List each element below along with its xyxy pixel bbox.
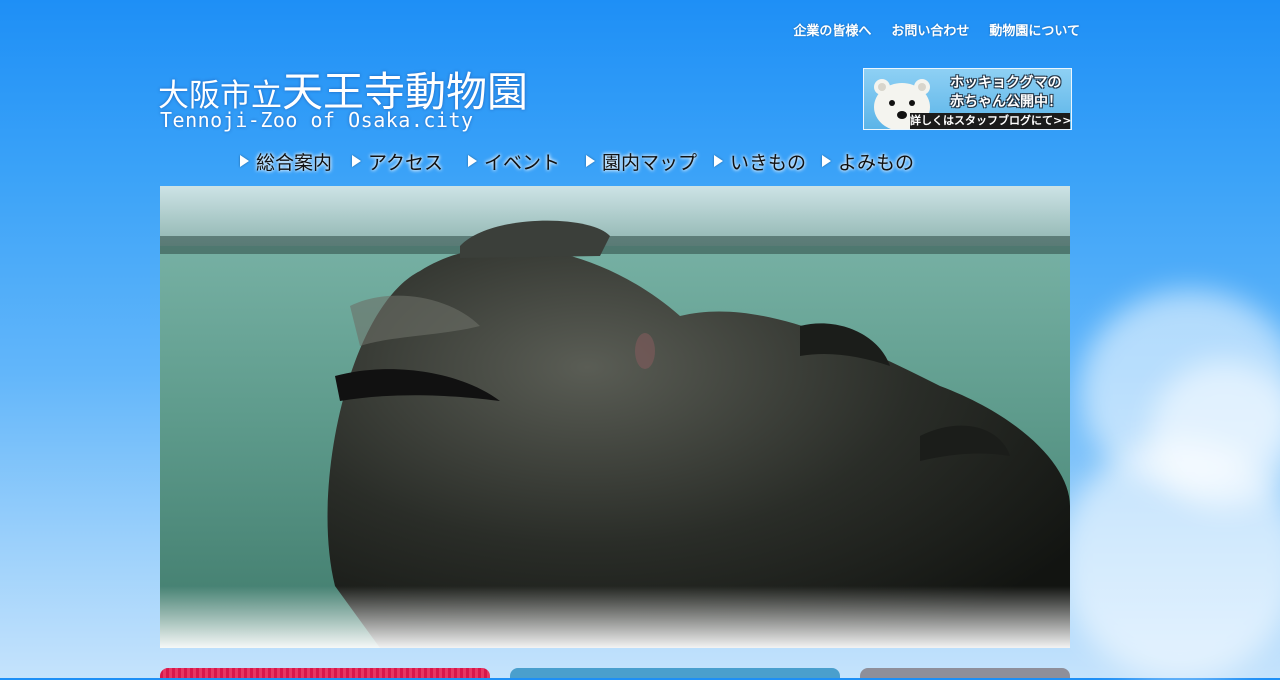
arrow-right-icon: [352, 155, 361, 167]
site-logo[interactable]: 大阪市立天王寺動物園 Tennoji-Zoo of Osaka.city: [158, 52, 588, 138]
link-contact[interactable]: お問い合わせ: [891, 22, 969, 42]
nav-label: アクセス: [368, 151, 444, 174]
nav-readings[interactable]: よみもの: [822, 146, 914, 176]
link-about-zoo[interactable]: 動物園について: [989, 22, 1080, 42]
nav-park-map[interactable]: 園内マップ: [586, 146, 697, 176]
logo-english: Tennoji-Zoo of Osaka.city: [160, 108, 474, 132]
arrow-right-icon: [240, 155, 249, 167]
banner-headline-2: 赤ちゃん公開中！: [950, 94, 1062, 110]
nav-events[interactable]: イベント: [468, 146, 560, 176]
polar-bear-cub-banner[interactable]: ホッキョクグマの 赤ちゃん公開中！ 詳しくはスタッフブログにて>>: [863, 68, 1072, 130]
banner-more-link: 詳しくはスタッフブログにて>>: [910, 113, 1072, 129]
link-for-businesses[interactable]: 企業の皆様へ: [793, 22, 871, 42]
nav-general-info[interactable]: 総合案内: [240, 146, 332, 176]
utility-links: 企業の皆様へ お問い合わせ 動物園について: [760, 22, 1080, 42]
category-tab-red[interactable]: [160, 668, 490, 678]
nav-label: イベント: [484, 151, 561, 174]
nav-access[interactable]: アクセス: [352, 146, 443, 176]
hero-hippo-image: [160, 186, 1070, 648]
arrow-right-icon: [822, 155, 831, 167]
arrow-right-icon: [586, 155, 595, 167]
nav-label: いきもの: [730, 151, 807, 174]
global-nav: 総合案内 アクセス イベント 園内マップ いきもの よみもの: [236, 146, 936, 176]
nav-label: 総合案内: [256, 151, 333, 174]
nav-label: 園内マップ: [602, 151, 698, 174]
banner-headline-1: ホッキョクグマの: [950, 75, 1062, 91]
nav-label: よみもの: [838, 151, 915, 174]
arrow-right-icon: [714, 155, 723, 167]
category-tab-gray[interactable]: [860, 668, 1070, 678]
category-tab-blue[interactable]: [510, 668, 840, 678]
nav-animals[interactable]: いきもの: [714, 146, 806, 176]
arrow-right-icon: [468, 155, 477, 167]
